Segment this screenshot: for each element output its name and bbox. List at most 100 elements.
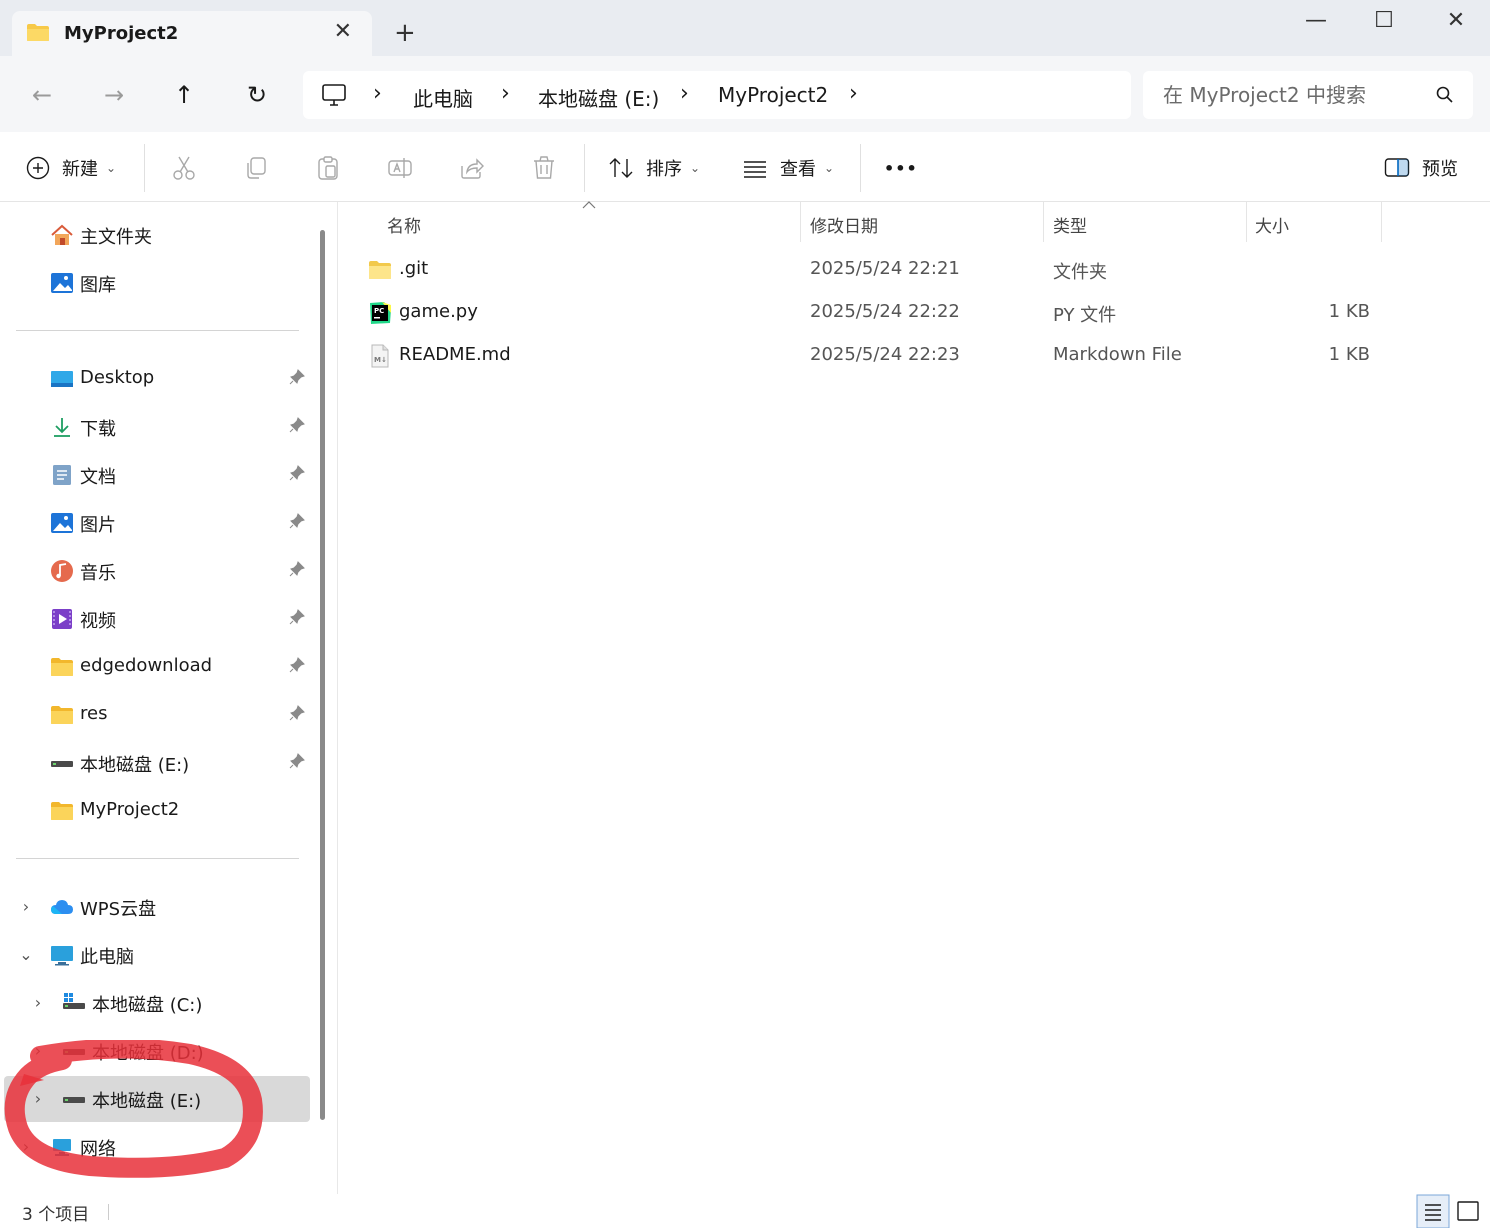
new-tab-button[interactable]: + <box>394 20 416 46</box>
paste-icon[interactable] <box>314 154 342 182</box>
search-input[interactable] <box>1163 81 1423 109</box>
sidebar-item-network[interactable]: › 网络 <box>0 1124 310 1170</box>
sidebar-item-drive-d[interactable]: › 本地磁盘 (D:) <box>0 1028 310 1074</box>
tab-close-button[interactable]: ✕ <box>334 21 352 43</box>
chevron-right-icon[interactable]: › <box>18 1137 34 1156</box>
breadcrumb-this-pc[interactable]: 此电脑 <box>413 83 473 112</box>
sort-icon <box>609 158 633 178</box>
tab-title: MyProject2 <box>64 23 179 44</box>
network-icon <box>53 1139 71 1156</box>
sidebar-item-gallery[interactable]: 图库 <box>0 260 310 306</box>
forward-button[interactable]: → <box>96 78 132 112</box>
close-window-button[interactable]: ✕ <box>1436 6 1476 36</box>
pin-icon[interactable] <box>288 752 306 770</box>
markdown-file-icon: M↓ <box>371 344 389 368</box>
chevron-right-icon[interactable]: › <box>30 993 46 1012</box>
chevron-right-icon[interactable]: › <box>501 81 510 106</box>
file-row-readme[interactable]: M↓ README.md 2025/5/24 22:23 Markdown Fi… <box>360 336 1390 376</box>
gallery-icon <box>51 273 73 293</box>
column-header-date[interactable]: 修改日期 <box>810 212 878 237</box>
column-header-size[interactable]: 大小 <box>1255 212 1289 237</box>
column-divider[interactable] <box>800 202 801 242</box>
view-button[interactable]: 查看 ⌄ <box>742 152 834 184</box>
pin-icon[interactable] <box>288 416 306 434</box>
chevron-right-icon[interactable]: › <box>680 81 689 106</box>
view-label: 查看 <box>780 159 816 180</box>
pin-icon[interactable] <box>288 656 306 674</box>
sidebar-item-label: 本地磁盘 (E:) <box>80 755 190 776</box>
column-header-type[interactable]: 类型 <box>1053 212 1087 237</box>
svg-text:PC: PC <box>374 307 384 315</box>
sidebar-item-label: WPS云盘 <box>80 899 157 920</box>
back-button[interactable]: ← <box>24 78 60 112</box>
sidebar-item-home[interactable]: 主文件夹 <box>0 212 310 258</box>
up-button[interactable]: ↑ <box>166 78 202 112</box>
column-header-name[interactable]: 名称 <box>387 212 421 237</box>
chevron-right-icon[interactable]: › <box>30 1089 46 1108</box>
file-row-game-py[interactable]: PC game.py 2025/5/24 22:22 PY 文件 1 KB <box>360 293 1390 333</box>
sidebar-item-label: Desktop <box>80 367 155 388</box>
pin-icon[interactable] <box>288 560 306 578</box>
column-divider[interactable] <box>1043 202 1044 242</box>
chevron-right-icon[interactable]: › <box>30 1041 46 1060</box>
share-icon[interactable] <box>458 154 486 182</box>
sidebar-item-wps-cloud[interactable]: › WPS云盘 <box>0 884 310 930</box>
pin-icon[interactable] <box>288 704 306 722</box>
rename-icon[interactable] <box>386 154 414 182</box>
new-label: 新建 <box>62 159 98 180</box>
breadcrumb-myproject2[interactable]: MyProject2 <box>718 83 828 107</box>
preview-pane-button[interactable]: 预览 <box>1384 152 1458 184</box>
sidebar-item-drive-e-pinned[interactable]: 本地磁盘 (E:) <box>0 740 310 786</box>
pin-icon[interactable] <box>288 608 306 626</box>
sidebar-item-edgedownload[interactable]: edgedownload <box>0 644 310 690</box>
sidebar-item-drive-c[interactable]: › 本地磁盘 (C:) <box>0 980 310 1026</box>
address-bar[interactable]: › 此电脑 › 本地磁盘 (E:) › MyProject2 › <box>303 71 1131 119</box>
maximize-button[interactable]: ☐ <box>1364 6 1404 36</box>
divider <box>16 858 299 859</box>
windows-drive-icon <box>63 993 85 1009</box>
column-divider[interactable] <box>1381 202 1382 242</box>
sidebar-item-res[interactable]: res <box>0 692 310 738</box>
pin-icon[interactable] <box>288 464 306 482</box>
sidebar-item-downloads[interactable]: 下载 <box>0 404 310 450</box>
sidebar-item-label: 音乐 <box>80 563 116 584</box>
search-box[interactable] <box>1143 71 1473 119</box>
delete-icon[interactable] <box>530 154 558 182</box>
chevron-right-icon[interactable]: › <box>18 897 34 916</box>
new-button[interactable]: 新建 ⌄ <box>26 152 116 184</box>
sidebar-item-this-pc[interactable]: ⌄ 此电脑 <box>0 932 310 978</box>
minimize-button[interactable]: — <box>1296 6 1336 36</box>
details-view-icon[interactable] <box>1416 1194 1450 1228</box>
chevron-right-icon[interactable]: › <box>849 81 858 106</box>
copy-icon[interactable] <box>242 154 270 182</box>
sidebar-item-videos[interactable]: 视频 <box>0 596 310 642</box>
tab-myproject2[interactable]: MyProject2 ✕ <box>12 11 372 57</box>
breadcrumb-drive-e[interactable]: 本地磁盘 (E:) <box>538 83 659 112</box>
drive-icon <box>51 761 73 767</box>
pc-icon <box>51 946 73 966</box>
pin-icon[interactable] <box>288 512 306 530</box>
folder-icon <box>369 261 391 279</box>
divider <box>860 144 861 192</box>
sidebar-item-label: 视频 <box>80 611 116 632</box>
pin-icon[interactable] <box>288 368 306 386</box>
file-row-git[interactable]: .git 2025/5/24 22:21 文件夹 <box>360 250 1390 290</box>
sidebar-item-drive-e[interactable]: › 本地磁盘 (E:) <box>4 1076 310 1122</box>
cut-icon[interactable] <box>170 154 198 182</box>
chevron-right-icon[interactable]: › <box>373 81 382 106</box>
chevron-down-icon[interactable]: ⌄ <box>18 945 34 964</box>
sidebar-item-pictures[interactable]: 图片 <box>0 500 310 546</box>
refresh-button[interactable]: ↻ <box>239 78 275 112</box>
more-options-button[interactable]: ••• <box>884 152 918 184</box>
sidebar-item-desktop[interactable]: Desktop <box>0 356 310 402</box>
sidebar-scrollbar[interactable] <box>320 230 325 1120</box>
column-divider[interactable] <box>1246 202 1247 242</box>
search-icon[interactable] <box>1435 85 1455 105</box>
sort-button[interactable]: 排序 ⌄ <box>608 152 700 184</box>
sidebar-item-myproject2[interactable]: MyProject2 <box>0 788 310 834</box>
sidebar-item-music[interactable]: 音乐 <box>0 548 310 594</box>
tiles-view-icon[interactable] <box>1452 1194 1486 1228</box>
sidebar-item-documents[interactable]: 文档 <box>0 452 310 498</box>
divider <box>584 144 585 192</box>
pictures-icon <box>51 513 73 533</box>
